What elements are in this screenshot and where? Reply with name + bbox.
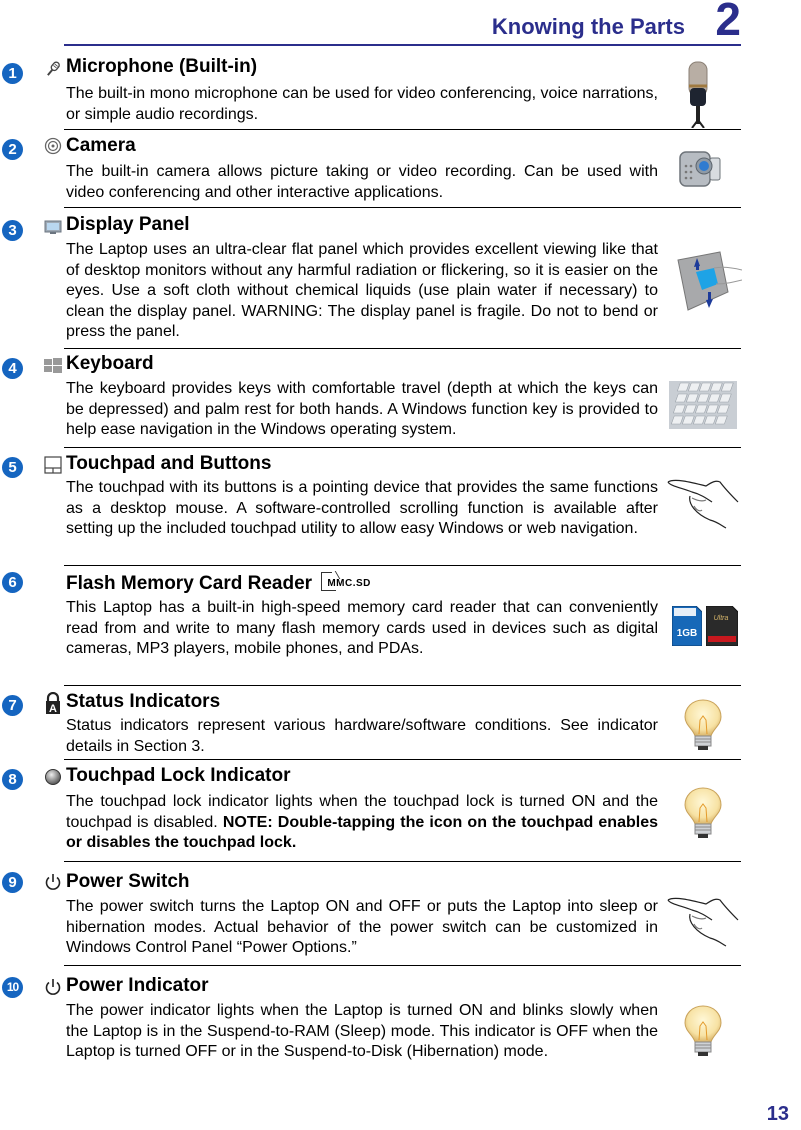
section-title: Touchpad and Buttons [66, 453, 272, 474]
display-panel-picture [676, 250, 743, 312]
svg-text:A: A [49, 703, 57, 714]
memory-card-icon-label: MMC.SD [327, 578, 371, 589]
section-title: Touchpad Lock Indicator [66, 765, 291, 786]
number-badge: 7 [2, 695, 23, 716]
page-number: 13 [766, 1103, 789, 1125]
section-keyboard: 4 Keyboard The keyboard provides keys wi… [0, 349, 741, 448]
section-title: Flash Memory Card Reader MMC.SD [66, 572, 377, 595]
section-power-switch: 9 Power Switch The power switch turns th… [0, 862, 741, 966]
camera-icon [44, 137, 62, 155]
section-status-indicators: 7 A Status Indicators Status indicators … [0, 686, 741, 760]
light-bulb-picture [683, 786, 723, 842]
section-touchpad-lock: 8 Touchpad Lock Indicator The touchpad l… [0, 760, 741, 862]
number-badge: 3 [2, 220, 23, 241]
sd-card-1gb-picture: 1GB [671, 605, 703, 647]
number-badge: 8 [2, 769, 23, 790]
keyboard-picture [669, 381, 737, 429]
power-icon [44, 978, 62, 996]
microphone-picture [684, 60, 712, 129]
number-badge: 6 [2, 572, 23, 593]
number-badge: 1 [2, 63, 23, 84]
number-badge: 5 [2, 457, 23, 478]
section-touchpad: 5 Touchpad and Buttons The touchpad with… [0, 448, 741, 566]
section-camera: 2 Camera The built-in camera allows pict… [0, 130, 741, 208]
section-body: The built-in camera allows picture takin… [66, 163, 658, 201]
light-bulb-picture [683, 698, 723, 754]
section-microphone: 1 Microphone (Built-in) The built-in mon… [0, 52, 741, 130]
number-badge: 9 [2, 872, 23, 893]
section-body: The touchpad lock indicator lights when … [66, 792, 658, 854]
chapter-title: Knowing the Parts [491, 14, 685, 39]
monitor-icon [44, 219, 62, 237]
section-body: The built-in mono microphone can be used… [66, 85, 658, 123]
sd-card-label: Ultra [714, 615, 729, 622]
number-badge: 4 [2, 358, 23, 379]
section-body: The keyboard provides keys with comforta… [66, 380, 658, 438]
section-body: This Laptop has a built-in high-speed me… [66, 599, 658, 657]
microphone-icon [44, 60, 62, 78]
section-power-indicator: 10 Power Indicator The power indicator l… [0, 966, 741, 1086]
section-body: The touchpad with its buttons is a point… [66, 479, 658, 537]
section-title-text: Flash Memory Card Reader [66, 573, 313, 594]
section-title: Status Indicators [66, 691, 221, 712]
windows-icon [44, 358, 62, 376]
indicator-circle-icon [44, 768, 62, 786]
touchpad-icon [44, 456, 62, 474]
section-title: Power Indicator [66, 975, 209, 996]
section-body: The power switch turns the Laptop ON and… [66, 898, 658, 956]
section-title: Display Panel [66, 214, 190, 235]
finger-picture [666, 894, 740, 948]
section-body: The power indicator lights when the Lapt… [66, 1002, 658, 1060]
finger-picture [666, 476, 740, 530]
chapter-number: 2 [715, 0, 741, 45]
section-display-panel: 3 Display Panel The Laptop uses an ultra… [0, 208, 743, 349]
section-title: Camera [66, 135, 136, 156]
sd-card-ultra-picture: Ultra [705, 605, 739, 647]
section-body: The Laptop uses an ultra-clear flat pane… [66, 241, 658, 340]
memory-card-icon: MMC.SD [321, 572, 377, 592]
camcorder-picture [678, 144, 722, 190]
page-header: Knowing the Parts 2 [64, 0, 741, 46]
section-title: Microphone (Built-in) [66, 56, 258, 77]
number-badge: 10 [2, 977, 23, 998]
light-bulb-picture [683, 1004, 723, 1060]
lock-a-icon: A [44, 691, 62, 715]
section-title: Power Switch [66, 871, 190, 892]
section-body: Status indicators represent various hard… [66, 717, 658, 755]
section-card-reader: 6 Flash Memory Card Reader MMC.SD This L… [0, 566, 741, 686]
number-badge: 2 [2, 139, 23, 160]
section-title: Keyboard [66, 353, 154, 374]
power-icon [44, 873, 62, 891]
sd-card-label: 1GB [677, 628, 698, 639]
